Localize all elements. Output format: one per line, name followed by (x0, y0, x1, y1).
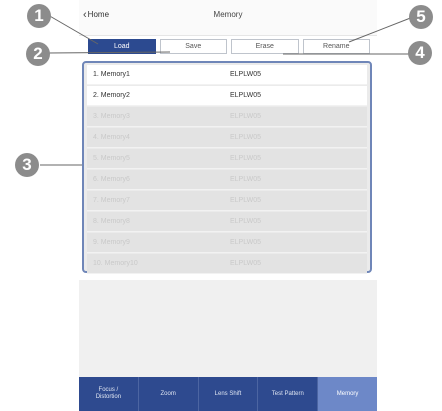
memory-name: 5. Memory5 (93, 155, 130, 162)
nav-zoom[interactable]: Zoom (139, 377, 199, 411)
action-tabs: Load Save Erase Rename (88, 39, 370, 54)
list-item[interactable]: 2. Memory2 ELPLW05 (87, 86, 367, 106)
tab-rename[interactable]: Rename (302, 39, 370, 54)
memory-lens: ELPLW05 (230, 113, 261, 120)
memory-lens: ELPLW05 (230, 92, 261, 99)
nav-test-pattern[interactable]: Test Pattern (258, 377, 319, 411)
memory-lens: ELPLW05 (230, 260, 261, 267)
list-item[interactable]: 6. Memory6 ELPLW05 (87, 170, 367, 190)
memory-name: 10. Memory10 (93, 260, 138, 267)
memory-name: 6. Memory6 (93, 176, 130, 183)
tab-erase[interactable]: Erase (231, 39, 299, 54)
memory-lens: ELPLW05 (230, 197, 261, 204)
tab-save[interactable]: Save (159, 39, 227, 54)
memory-screen: ‹ Home Memory Load Save Erase Rename 1. … (79, 0, 377, 411)
list-item[interactable]: 5. Memory5 ELPLW05 (87, 149, 367, 169)
memory-lens: ELPLW05 (230, 134, 261, 141)
list-item[interactable]: 9. Memory9 ELPLW05 (87, 233, 367, 253)
memory-name: 1. Memory1 (93, 71, 130, 78)
list-item[interactable]: 4. Memory4 ELPLW05 (87, 128, 367, 148)
callout-1: 1 (27, 4, 51, 28)
list-item[interactable]: 3. Memory3 ELPLW05 (87, 107, 367, 127)
memory-lens: ELPLW05 (230, 239, 261, 246)
memory-lens: ELPLW05 (230, 218, 261, 225)
memory-lens: ELPLW05 (230, 71, 261, 78)
memory-lens: ELPLW05 (230, 176, 261, 183)
empty-area (79, 280, 377, 377)
callout-4: 4 (408, 41, 432, 65)
header-bar: ‹ Home Memory (79, 0, 377, 36)
memory-lens: ELPLW05 (230, 155, 261, 162)
nav-focus-distortion[interactable]: Focus / Distortion (79, 377, 139, 411)
memory-name: 4. Memory4 (93, 134, 130, 141)
nav-lens-shift[interactable]: Lens Shift (199, 377, 259, 411)
callout-3: 3 (15, 153, 39, 177)
memory-name: 3. Memory3 (93, 113, 130, 120)
list-item[interactable]: 8. Memory8 ELPLW05 (87, 212, 367, 232)
memory-list: 1. Memory1 ELPLW05 2. Memory2 ELPLW05 3. M… (82, 61, 372, 274)
tab-load[interactable]: Load (88, 39, 156, 54)
memory-name: 8. Memory8 (93, 218, 130, 225)
memory-name: 7. Memory7 (93, 197, 130, 204)
bottom-nav: Focus / Distortion Zoom Lens Shift Test … (79, 377, 377, 411)
list-item[interactable]: 7. Memory7 ELPLW05 (87, 191, 367, 211)
memory-name: 9. Memory9 (93, 239, 130, 246)
nav-memory[interactable]: Memory (318, 377, 377, 411)
callout-5: 5 (409, 5, 433, 29)
list-item[interactable]: 1. Memory1 ELPLW05 (87, 65, 367, 85)
page-title: Memory (213, 10, 243, 19)
list-item[interactable]: 10. Memory10 ELPLW05 (87, 254, 367, 274)
callout-2: 2 (26, 42, 50, 66)
memory-name: 2. Memory2 (93, 92, 130, 99)
